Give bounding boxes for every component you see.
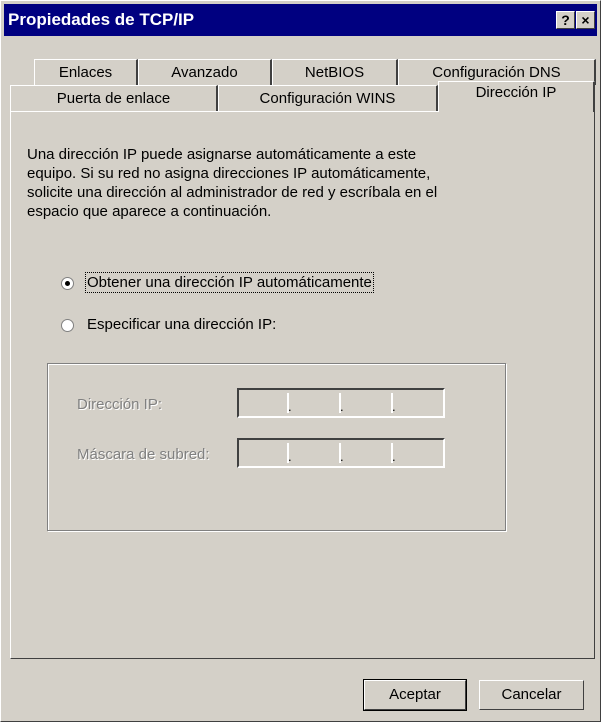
close-icon: ×: [581, 12, 590, 28]
help-icon: ?: [561, 12, 570, 28]
tab-netbios[interactable]: NetBIOS: [272, 59, 398, 85]
help-button[interactable]: ?: [556, 11, 575, 29]
tcpip-properties-dialog: Propiedades de TCP/IP ? × Enlaces Avanza…: [0, 0, 601, 722]
ok-button[interactable]: Aceptar: [363, 679, 467, 711]
mask-octet-dot: .: [340, 449, 344, 464]
title-bar: Propiedades de TCP/IP ? ×: [4, 4, 597, 36]
ip-address-label: Dirección IP:: [77, 396, 163, 413]
tab-enlaces[interactable]: Enlaces: [34, 59, 138, 85]
radio-selected-dot: [65, 281, 70, 286]
tab-puerta-de-enlace[interactable]: Puerta de enlace: [10, 85, 218, 111]
cancel-button[interactable]: Cancelar: [479, 680, 584, 710]
description-line: solicite una dirección al administrador …: [27, 184, 438, 201]
tab-configuracion-wins[interactable]: Configuración WINS: [218, 85, 438, 111]
description-line: equipo. Si su red no asigna direcciones …: [27, 165, 431, 182]
radio-obtain-ip-auto-label[interactable]: Obtener una dirección IP automáticamente: [85, 272, 374, 293]
description-text: Una dirección IP puede asignarse automát…: [27, 145, 497, 221]
ip-octet-dot: .: [288, 399, 292, 414]
window-title: Propiedades de TCP/IP: [8, 10, 195, 29]
description-line: Una dirección IP puede asignarse automát…: [27, 146, 417, 163]
radio-obtain-ip-auto[interactable]: [61, 277, 74, 290]
ip-address-field[interactable]: . . .: [237, 388, 445, 418]
close-button[interactable]: ×: [576, 11, 595, 29]
ip-octet-dot: .: [392, 399, 396, 414]
description-line: espacio que aparece a continuación.: [27, 203, 272, 220]
mask-octet-dot: .: [288, 449, 292, 464]
subnet-mask-field[interactable]: . . .: [237, 438, 445, 468]
mask-octet-dot: .: [392, 449, 396, 464]
radio-specify-ip[interactable]: [61, 319, 74, 332]
radio-specify-ip-label[interactable]: Especificar una dirección IP:: [87, 316, 276, 333]
tab-avanzado[interactable]: Avanzado: [138, 59, 272, 85]
tab-direccion-ip[interactable]: Dirección IP: [438, 81, 595, 112]
subnet-mask-label: Máscara de subred:: [77, 446, 210, 463]
ip-octet-dot: .: [340, 399, 344, 414]
